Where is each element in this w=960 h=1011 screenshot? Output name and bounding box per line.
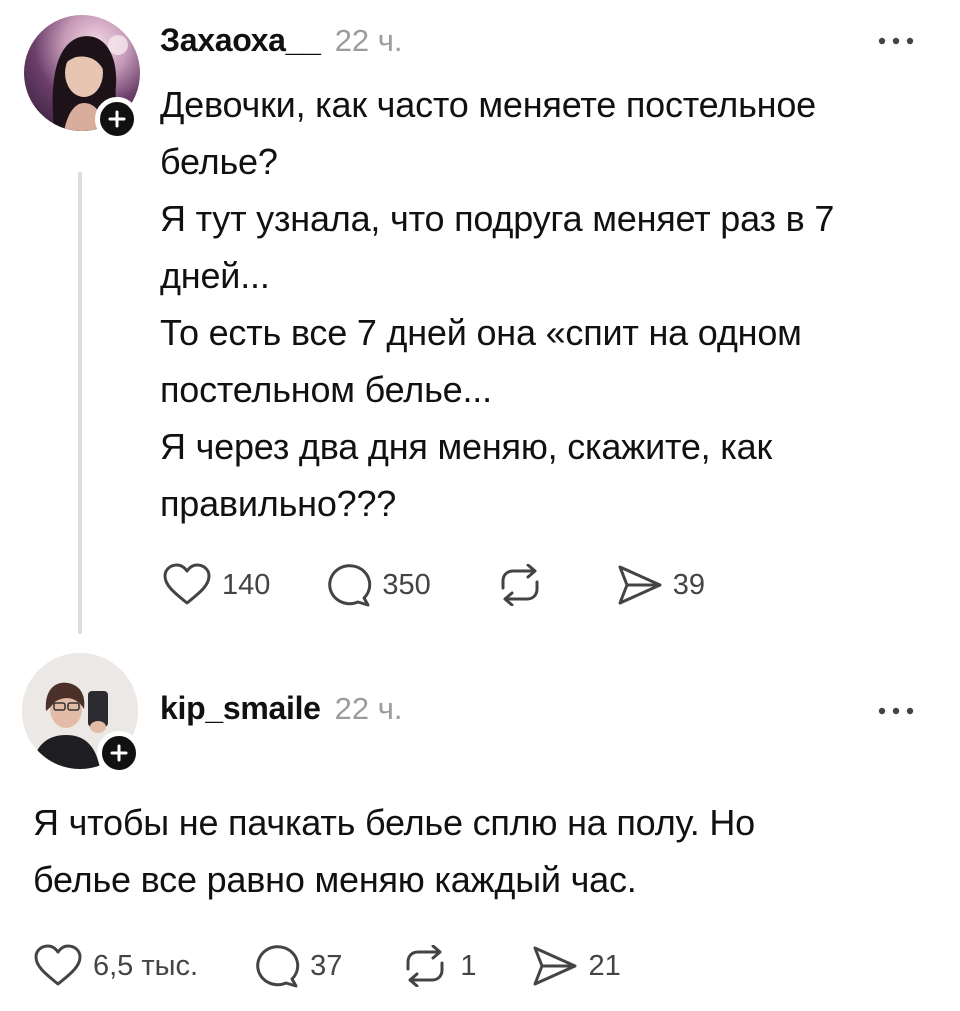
share-button[interactable]: 39 [617,564,705,606]
like-count: 140 [222,568,271,601]
follow-button[interactable] [95,97,139,141]
follow-button[interactable] [97,731,141,775]
repost-button[interactable] [495,564,555,606]
share-count: 21 [588,949,621,982]
post-header: Захаоха__ 22 ч. [160,22,403,59]
repost-count: 1 [460,949,477,982]
paper-plane-icon [618,565,662,605]
action-bar: 140 350 39 [162,562,705,608]
speech-bubble-icon [328,564,372,607]
reply-count: 350 [382,568,431,601]
repost-button[interactable]: 1 [400,945,476,987]
username[interactable]: Захаоха__ [160,22,321,59]
ellipsis-icon [878,707,914,715]
like-count: 6,5 тыс. [93,949,199,982]
paper-plane-icon [533,946,577,986]
thread-line [78,172,82,634]
share-count: 39 [672,568,706,601]
heart-icon [34,944,82,986]
plus-icon [108,110,126,128]
post-header: kip_smaile 22 ч. [160,690,403,727]
post-paragraph: Я через два дня меняю, скажите, как прав… [160,426,772,524]
timestamp: 22 ч. [334,691,403,726]
like-button[interactable]: 140 [162,563,270,607]
reply-count: 37 [310,949,343,982]
repost-arrows-icon [501,564,539,606]
heart-icon [163,563,211,605]
post-paragraph: Девочки, как часто меняете постельное бе… [160,84,816,182]
reply-button[interactable]: 37 [252,943,342,989]
ellipsis-icon [878,37,914,45]
action-bar: 6,5 тыс. 37 1 21 [33,943,621,989]
like-button[interactable]: 6,5 тыс. [33,944,198,988]
more-button[interactable] [876,36,916,46]
post-2: kip_smaile 22 ч. Я чтобы не пачкать бель… [0,640,960,1011]
username[interactable]: kip_smaile [160,690,321,727]
post-1: Захаоха__ 22 ч. Девочки, как часто меняе… [0,0,960,640]
plus-icon [110,744,128,762]
repost-arrows-icon [406,945,444,987]
timestamp: 22 ч. [334,23,403,58]
post-text: Девочки, как часто меняете постельное бе… [160,76,935,532]
more-button[interactable] [876,706,916,716]
post-paragraph: Я тут узнала, что подруга меняет раз в 7… [160,198,835,296]
share-button[interactable]: 21 [532,945,621,987]
post-paragraph: Я чтобы не пачкать белье сплю на полу. Н… [33,802,755,900]
speech-bubble-icon [256,945,300,988]
post-paragraph: То есть все 7 дней она «спит на одном по… [160,312,802,410]
post-text: Я чтобы не пачкать белье сплю на полу. Н… [33,794,853,908]
reply-button[interactable]: 350 [324,562,431,608]
